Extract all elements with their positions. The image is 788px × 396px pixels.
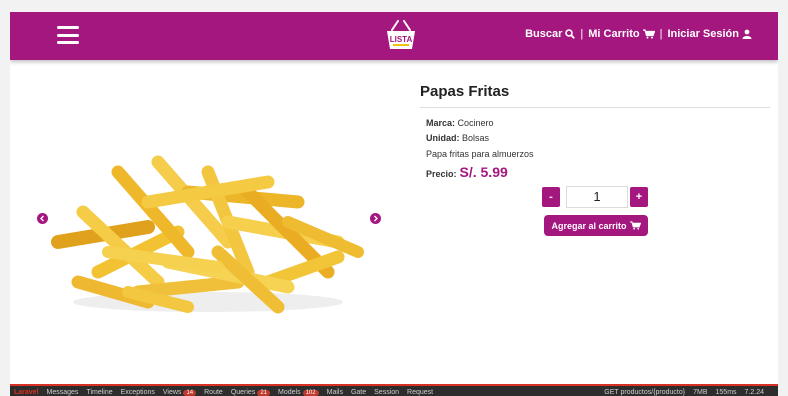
cart-icon <box>642 29 655 39</box>
debug-tab[interactable]: Route <box>204 389 223 396</box>
cart-icon <box>629 221 641 230</box>
add-to-cart-label: Agregar al carrito <box>551 220 627 231</box>
hamburger-menu-icon[interactable] <box>57 26 79 44</box>
logo-text: LISTA <box>390 35 413 44</box>
debug-tab[interactable]: Session <box>374 389 399 396</box>
login-link[interactable]: Iniciar Sesión <box>667 28 752 40</box>
price-row: Precio: S/. 5.99 <box>426 164 508 180</box>
quantity-input[interactable]: 1 <box>566 186 628 208</box>
debug-tabs: Laravel Messages Timeline Exceptions Vie… <box>14 389 441 396</box>
debug-bar: Laravel Messages Timeline Exceptions Vie… <box>10 384 778 396</box>
brand-row: Marca: Cocinero <box>426 118 494 128</box>
login-label: Iniciar Sesión <box>667 28 739 40</box>
search-icon <box>565 29 576 39</box>
price-label: Precio: <box>426 169 457 179</box>
increment-button[interactable]: + <box>630 187 648 207</box>
debug-tab[interactable]: Request <box>407 389 433 396</box>
store-logo[interactable]: LISTA <box>381 18 421 52</box>
unit-value: Bolsas <box>462 133 490 143</box>
debug-tab[interactable]: Exceptions <box>121 389 155 396</box>
price-value: S/. 5.99 <box>459 164 508 180</box>
product-title: Papas Fritas <box>420 83 510 100</box>
nav-links: Buscar | Mi Carrito | Iniciar Sesión <box>525 28 752 40</box>
debug-tab[interactable]: Models 102 <box>278 389 319 396</box>
brand-value: Cocinero <box>457 118 494 128</box>
debug-badge: 102 <box>302 389 319 396</box>
debug-tab[interactable]: Queries 21 <box>231 389 271 396</box>
debug-tab[interactable]: Gate <box>351 389 366 396</box>
top-navbar: LISTA Buscar | Mi Carrito | Iniciar Sesi… <box>10 12 778 60</box>
debug-badge: 21 <box>257 389 271 396</box>
title-divider <box>420 107 770 108</box>
unit-row: Unidad: Bolsas <box>426 133 489 143</box>
debug-tab[interactable]: Timeline <box>86 389 112 396</box>
product-image-carousel <box>38 132 378 322</box>
debug-stats: GET productos/{producto} 7MB 155ms 7.2.2… <box>604 389 772 396</box>
debug-tab[interactable]: Messages <box>47 389 79 396</box>
decrement-button[interactable]: - <box>542 187 560 207</box>
cart-label: Mi Carrito <box>588 28 640 40</box>
page: LISTA Buscar | Mi Carrito | Iniciar Sesi… <box>10 12 778 384</box>
brand-label: Marca: <box>426 118 456 128</box>
debugbar-logo[interactable]: Laravel <box>14 389 39 396</box>
user-icon <box>742 29 752 39</box>
debug-badge: 14 <box>183 389 197 396</box>
nav-separator: | <box>659 28 663 40</box>
search-label: Buscar <box>525 28 563 40</box>
nav-separator: | <box>580 28 584 40</box>
search-link[interactable]: Buscar <box>525 28 576 40</box>
debug-version: 7.2.24 <box>744 389 764 396</box>
add-to-cart-button[interactable]: Agregar al carrito <box>544 215 648 236</box>
french-fries-image <box>51 155 364 314</box>
unit-label: Unidad: <box>426 133 460 143</box>
debug-tab[interactable]: Views 14 <box>163 389 197 396</box>
debug-memory: 7MB <box>693 389 708 396</box>
debug-route: GET productos/{producto} <box>604 389 686 396</box>
cart-link[interactable]: Mi Carrito <box>588 28 655 40</box>
debug-tab[interactable]: Mails <box>327 389 343 396</box>
product-description: Papa fritas para almuerzos <box>426 149 534 159</box>
debug-time: 155ms <box>715 389 737 396</box>
